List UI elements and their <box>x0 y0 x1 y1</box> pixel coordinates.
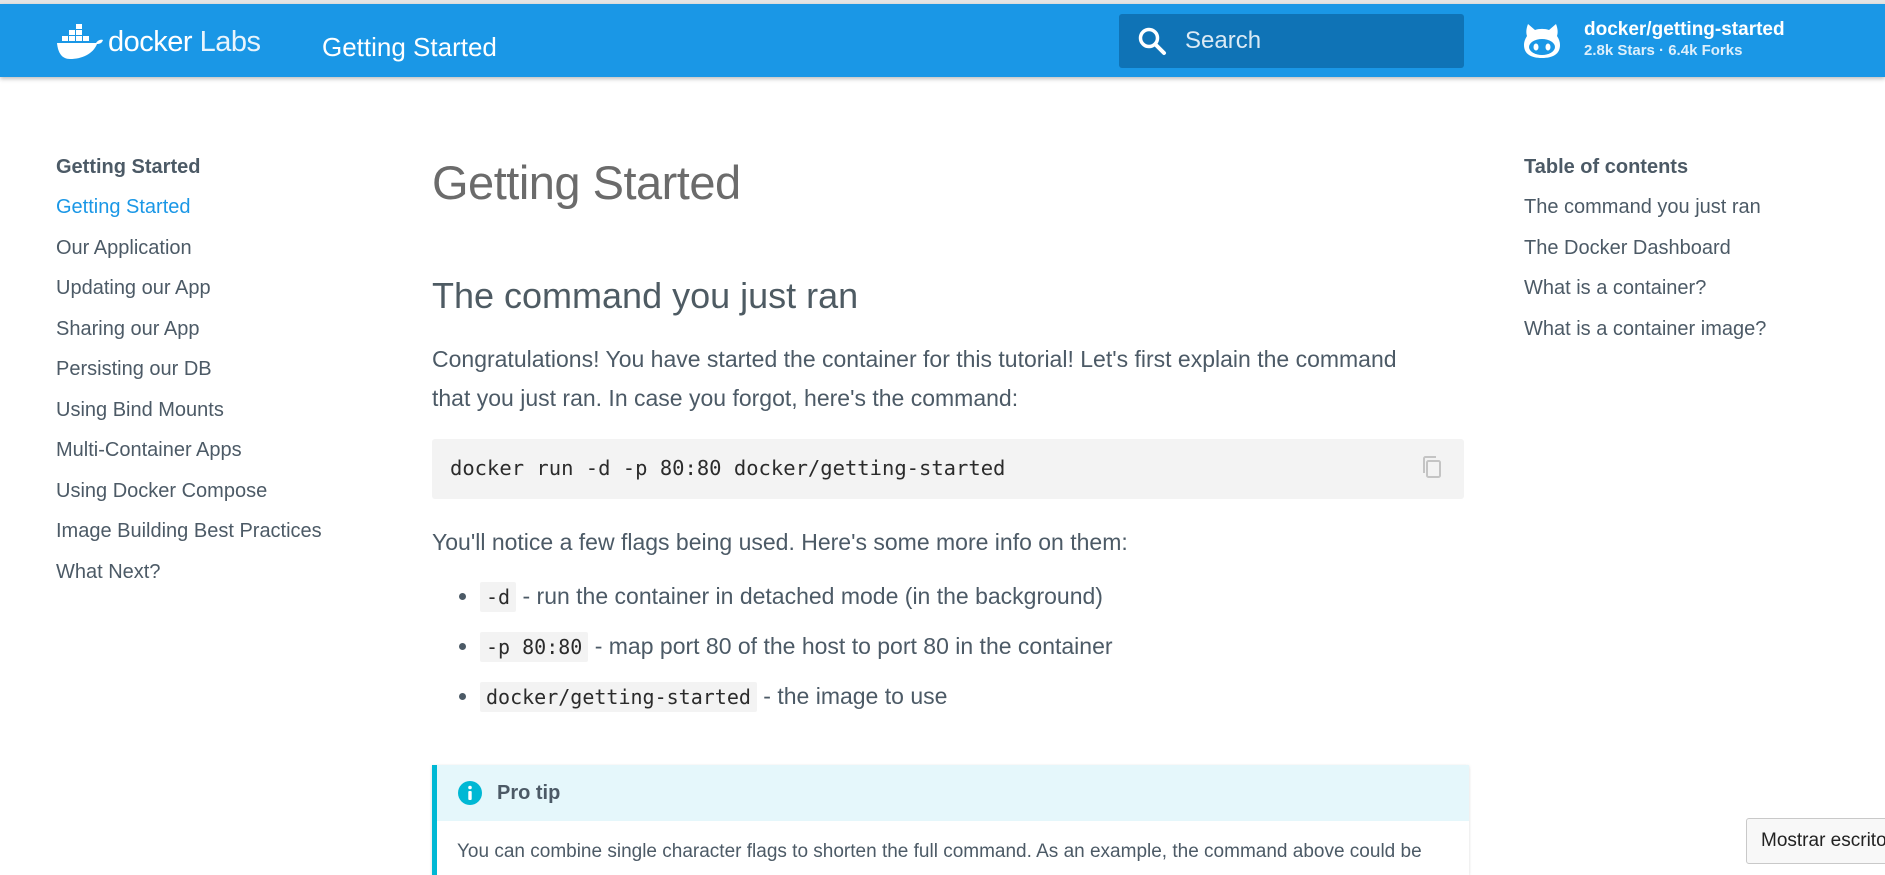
inline-code: -p 80:80 <box>480 632 589 662</box>
command-code[interactable]: docker run -d -p 80:80 docker/getting-st… <box>450 456 1005 480</box>
pro-tip-header: Pro tip <box>437 765 1469 821</box>
table-of-contents: Table of contents The command you just r… <box>1524 156 1864 355</box>
toc-title: Table of contents <box>1524 156 1689 178</box>
repo-name: docker/getting-started <box>1584 19 1785 40</box>
command-code-block[interactable]: docker run -d -p 80:80 docker/getting-st… <box>432 439 1464 499</box>
repo-info: docker/getting-started 2.8k Stars · 6.4k… <box>1584 19 1785 61</box>
list-item: -d - run the container in detached mode … <box>480 578 1464 628</box>
list-item: docker/getting-started - the image to us… <box>480 678 1464 728</box>
toc-item-what-is-a-container[interactable]: What is a container? <box>1524 274 1864 315</box>
sidebar-item-updating-our-app[interactable]: Updating our App <box>56 274 376 315</box>
list-item-text: - run the container in detached mode (in… <box>516 583 1103 609</box>
intro-paragraph: Congratulations! You have started the co… <box>432 340 1464 418</box>
github-repo-link[interactable]: docker/getting-started 2.8k Stars · 6.4k… <box>1520 18 1785 62</box>
info-icon <box>458 781 482 805</box>
sidebar-title: Getting Started <box>56 156 201 178</box>
list-item-text: - map port 80 of the host to port 80 in … <box>588 633 1113 659</box>
flags-list: -d - run the container in detached mode … <box>432 578 1464 728</box>
pro-tip-title: Pro tip <box>497 781 561 804</box>
section-heading: The command you just ran <box>432 275 859 316</box>
docker-whale-icon <box>57 24 103 59</box>
inline-code: -d <box>480 582 517 612</box>
sidebar-item-using-bind-mounts[interactable]: Using Bind Mounts <box>56 396 376 437</box>
docker-labs-logo[interactable]: docker Labs <box>56 20 261 64</box>
list-item-text: - the image to use <box>756 683 948 709</box>
pro-tip-callout: Pro tip You can combine single character… <box>432 765 1469 875</box>
inline-code: docker/getting-started <box>480 682 757 712</box>
sidebar-item-getting-started[interactable]: Getting Started <box>56 193 376 234</box>
sidebar-item-image-building-best-practices[interactable]: Image Building Best Practices <box>56 517 376 558</box>
repo-stars-forks: 2.8k Stars · 6.4k Forks <box>1584 42 1743 59</box>
search-input[interactable] <box>1183 26 1457 56</box>
sidebar-item-persisting-our-db[interactable]: Persisting our DB <box>56 355 376 396</box>
pro-tip-body: You can combine single character flags t… <box>457 841 1422 862</box>
sidebar-item-what-next[interactable]: What Next? <box>56 558 376 599</box>
search-icon <box>1138 27 1166 55</box>
sidebar-item-multi-container-apps[interactable]: Multi-Container Apps <box>56 436 376 477</box>
github-octocat-icon <box>1524 24 1560 58</box>
top-header: docker Labs Getting Started docker/getti… <box>0 4 1885 77</box>
sidebar-nav: Getting Started Getting Started Our Appl… <box>56 156 376 598</box>
page-title: Getting Started <box>432 156 741 209</box>
sidebar-item-using-docker-compose[interactable]: Using Docker Compose <box>56 477 376 518</box>
sidebar-item-sharing-our-app[interactable]: Sharing our App <box>56 315 376 356</box>
flags-intro: You'll notice a few flags being used. He… <box>432 529 1128 555</box>
logo-labs-word: Labs <box>199 25 261 58</box>
search-box[interactable] <box>1119 14 1464 68</box>
copy-icon[interactable] <box>1420 455 1444 481</box>
logo-text: docker Labs <box>108 26 261 59</box>
toc-item-command-you-just-ran[interactable]: The command you just ran <box>1524 193 1864 234</box>
toc-item-what-is-a-container-image[interactable]: What is a container image? <box>1524 315 1864 356</box>
show-desktop-tooltip: Mostrar escritorio <box>1746 818 1885 864</box>
sidebar-item-our-application[interactable]: Our Application <box>56 234 376 275</box>
logo-docker-word: docker <box>108 25 193 58</box>
list-item: -p 80:80 - map port 80 of the host to po… <box>480 628 1464 678</box>
toc-item-docker-dashboard[interactable]: The Docker Dashboard <box>1524 234 1864 275</box>
intro-line-1: Congratulations! You have started the co… <box>432 346 1397 372</box>
header-title: Getting Started <box>322 32 497 62</box>
main-content: Getting Started The command you just ran… <box>432 150 1464 728</box>
intro-line-2: that you just ran. In case you forgot, h… <box>432 385 1019 411</box>
